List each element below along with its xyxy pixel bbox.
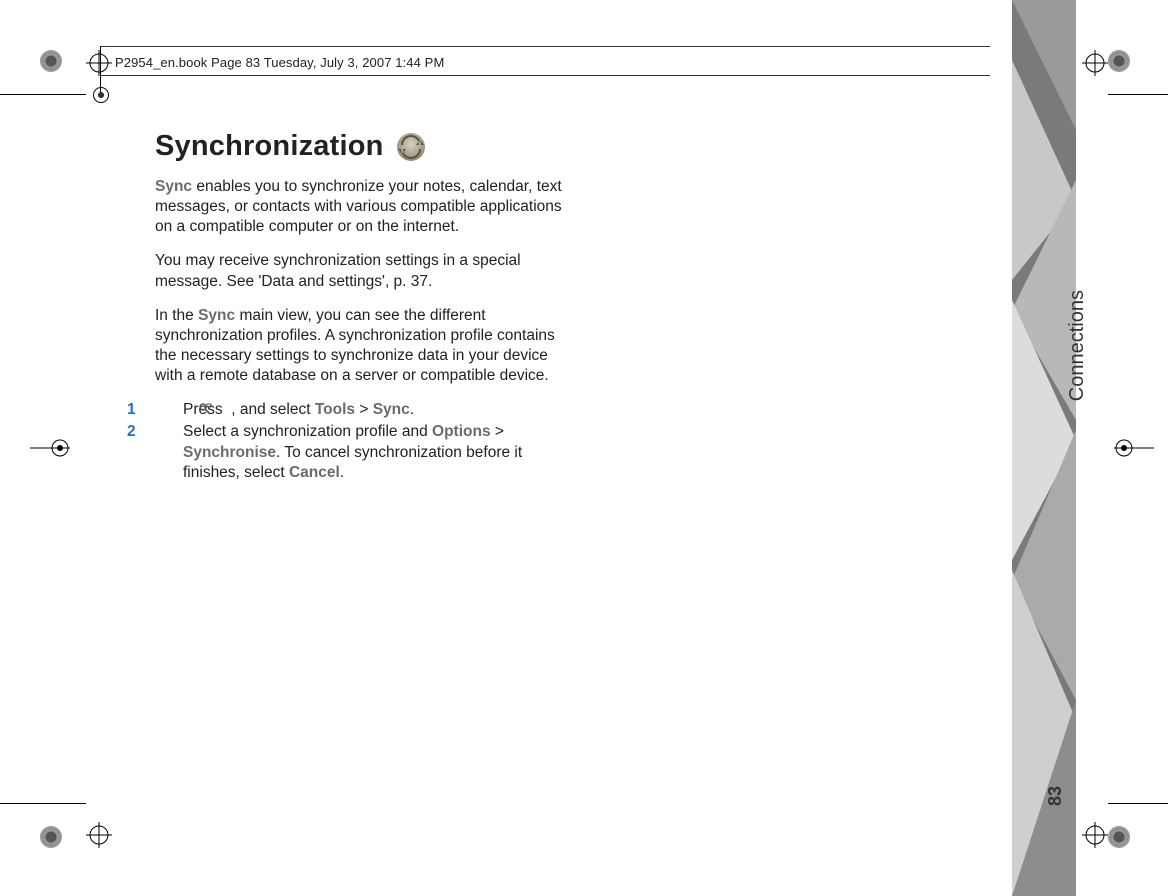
text: In the: [155, 307, 198, 324]
paragraph: In the Sync main view, you can see the d…: [155, 306, 575, 387]
text: Select a synchronization profile and: [183, 423, 432, 440]
step-number: 1: [155, 400, 173, 420]
registration-donut-icon: [1108, 50, 1130, 72]
bold-term: Sync: [373, 401, 410, 418]
header-rule: [100, 75, 990, 76]
crop-line: [0, 94, 86, 95]
text: , and select: [227, 401, 315, 418]
crop-line: [1108, 94, 1168, 95]
text: >: [355, 401, 373, 418]
section-label: Connections: [1066, 290, 1089, 401]
steps-list: 1Press , and select Tools > Sync. 2 Selec…: [155, 400, 575, 483]
step-number: 2: [155, 422, 173, 442]
crosshair-icon: [1114, 435, 1140, 461]
registration-donut-icon: [40, 826, 62, 848]
bold-term: Tools: [315, 401, 355, 418]
header-rule: [100, 46, 990, 47]
bold-term: Synchronise: [183, 444, 276, 461]
crosshair-icon: [30, 435, 56, 461]
step-item: 1Press , and select Tools > Sync.: [155, 400, 575, 422]
text: .: [410, 401, 414, 418]
registration-donut-icon: [1108, 826, 1130, 848]
paragraph: You may receive synchronization settings…: [155, 251, 575, 291]
crosshair-icon: [1082, 50, 1108, 76]
bold-term: Sync: [198, 307, 235, 324]
crosshair-icon: [86, 50, 112, 76]
sidebar-decoration: [1006, 0, 1076, 896]
sync-icon: [394, 131, 428, 163]
crosshair-icon: [86, 822, 112, 848]
crop-line: [0, 803, 86, 804]
page-title: Synchronization: [155, 130, 575, 163]
text: >: [491, 423, 504, 440]
header-meta-text: P2954_en.book Page 83 Tuesday, July 3, 2…: [115, 55, 444, 70]
step-item: 2 Select a synchronization profile and Op…: [155, 422, 575, 482]
bold-term: Cancel: [289, 464, 340, 481]
bold-term: Options: [432, 423, 491, 440]
text: enables you to synchronize your notes, c…: [155, 178, 562, 235]
text: .: [340, 464, 344, 481]
crosshair-icon: [1082, 822, 1108, 848]
main-content: Synchronization Sync enables you to sync: [155, 130, 575, 483]
page-number: 83: [1045, 786, 1066, 806]
page: P2954_en.book Page 83 Tuesday, July 3, 2…: [0, 0, 1168, 896]
crop-line: [1108, 803, 1168, 804]
paragraph: Sync enables you to synchronize your not…: [155, 177, 575, 237]
bold-term: Sync: [155, 178, 192, 195]
registration-donut-icon: [40, 50, 62, 72]
title-text: Synchronization: [155, 130, 384, 163]
connector-dot-icon: [93, 87, 109, 103]
